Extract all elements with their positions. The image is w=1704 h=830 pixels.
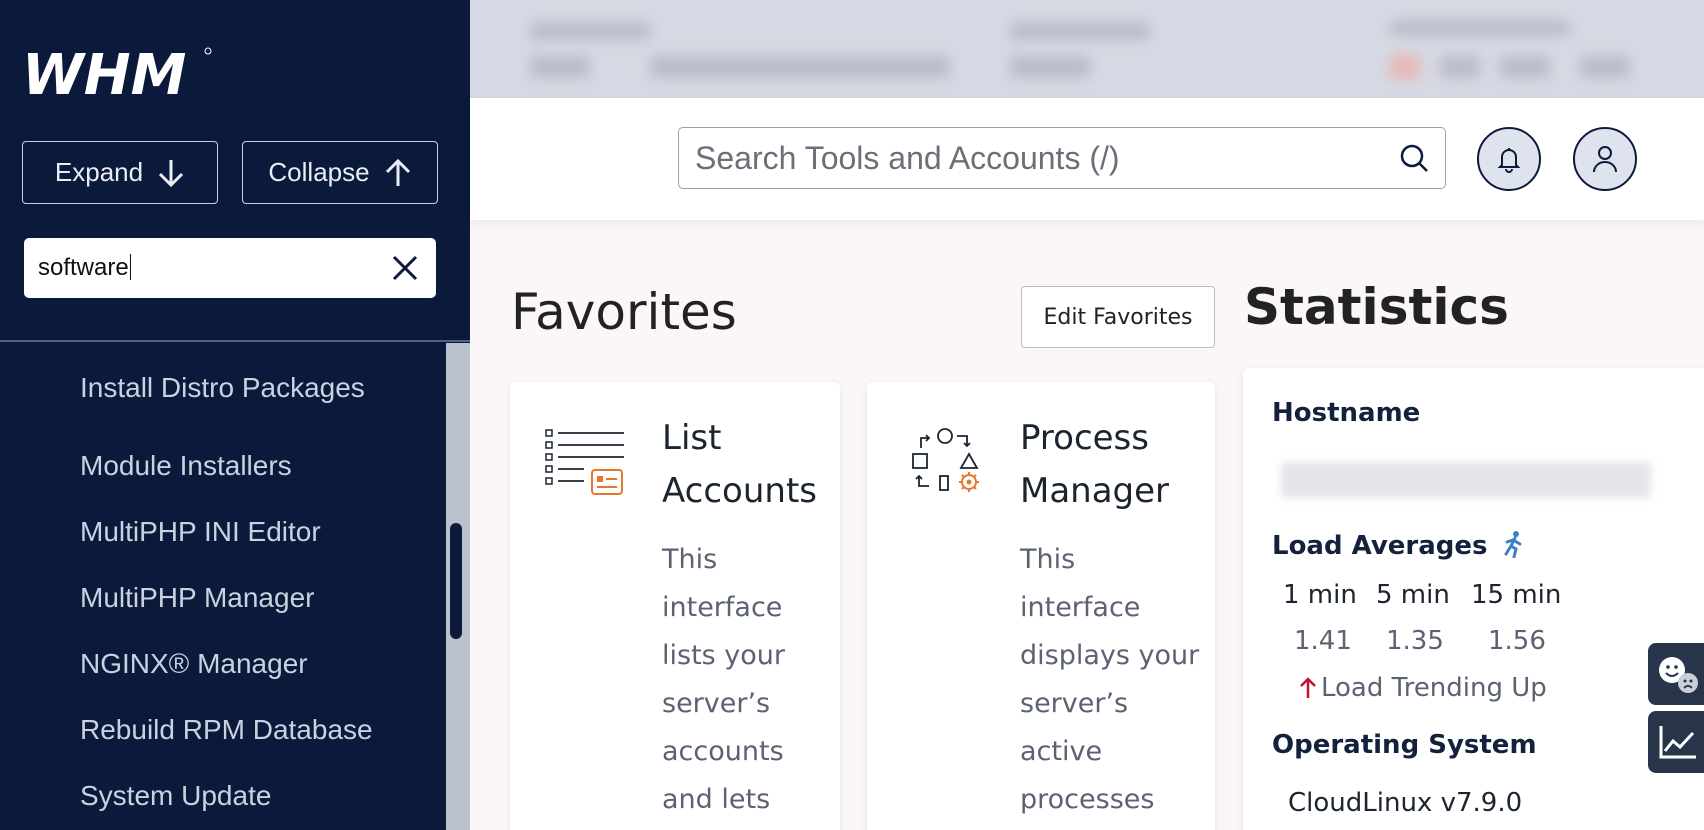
sidebar-item-multiphp-ini-editor[interactable]: MultiPHP INI Editor: [0, 499, 446, 565]
process-manager-icon: [912, 428, 979, 492]
load-averages-text: Load Averages: [1272, 531, 1488, 561]
sidebar-search-value[interactable]: software: [38, 254, 388, 282]
statistics-title: Statistics: [1244, 278, 1509, 336]
search-icon[interactable]: [1399, 143, 1429, 173]
load-value-15min: 1.56: [1488, 626, 1546, 656]
card-title[interactable]: Process Manager: [1020, 412, 1190, 518]
stats-chart-tab[interactable]: [1648, 711, 1704, 773]
favorite-card-list-accounts[interactable]: List Accounts This interface lists your …: [510, 382, 840, 830]
list-accounts-icon: [545, 429, 624, 495]
trend-up-arrow-icon: [1300, 677, 1316, 698]
global-search-input[interactable]: [695, 139, 1399, 177]
load-trend-text: Load Trending Up: [1321, 673, 1547, 703]
hostname-label: Hostname: [1272, 398, 1421, 428]
expand-button[interactable]: Expand: [22, 141, 218, 204]
feedback-faces-icon: [1659, 657, 1698, 693]
whm-logo[interactable]: WHM: [22, 43, 212, 108]
card-description: This interface displays your server’s ac…: [1020, 544, 1200, 815]
collapse-button[interactable]: Collapse: [242, 141, 438, 204]
logo-text: WHM: [22, 46, 186, 98]
top-banner: [470, 0, 1704, 98]
line-chart-icon: [1659, 726, 1696, 759]
sidebar-scrollbar[interactable]: [446, 343, 470, 830]
user-menu-button[interactable]: [1573, 127, 1637, 191]
load-header-5min: 5 min: [1376, 580, 1450, 610]
sidebar-item-multiphp-manager[interactable]: MultiPHP Manager: [0, 565, 446, 631]
header: [470, 98, 1704, 220]
sidebar-item-module-installers[interactable]: Module Installers: [0, 433, 446, 499]
collapse-label: Collapse: [268, 157, 370, 187]
os-label: Operating System: [1272, 730, 1537, 760]
load-value-5min: 1.35: [1386, 626, 1444, 656]
sidebar-item-rebuild-rpm-database[interactable]: Rebuild RPM Database: [0, 697, 446, 763]
favorite-card-process-manager[interactable]: Process Manager This interface displays …: [867, 382, 1215, 830]
load-trend: Load Trending Up: [1299, 673, 1547, 703]
arrow-down-icon: [159, 159, 184, 187]
sidebar-search-input[interactable]: software: [24, 238, 436, 298]
bell-icon: [1497, 148, 1521, 173]
sidebar-divider: [0, 340, 470, 342]
sidebar-item-nginx-manager[interactable]: NGINX® Manager: [0, 631, 446, 697]
load-averages-label: Load Averages: [1272, 530, 1525, 561]
load-value-1min: 1.41: [1294, 626, 1352, 656]
global-search[interactable]: [678, 127, 1446, 189]
statistics-panel: Hostname Load Averages 1 min 5 min 15 mi…: [1243, 368, 1704, 830]
sidebar-scroll-thumb[interactable]: [450, 523, 462, 639]
sidebar: WHM Expand Collapse software Install Dis…: [0, 0, 470, 830]
arrow-up-icon: [385, 158, 410, 186]
hostname-value-redacted: [1281, 462, 1651, 498]
clear-icon[interactable]: [388, 251, 422, 285]
card-title[interactable]: List Accounts: [662, 412, 832, 518]
edit-favorites-button[interactable]: Edit Favorites: [1021, 286, 1215, 348]
user-icon: [1593, 146, 1617, 173]
feedback-tab[interactable]: [1648, 643, 1704, 705]
load-header-15min: 15 min: [1471, 580, 1562, 610]
load-header-1min: 1 min: [1283, 580, 1357, 610]
sidebar-item-system-update[interactable]: System Update: [0, 763, 446, 829]
os-value: CloudLinux v7.9.0: [1288, 788, 1523, 818]
favorites-title: Favorites: [511, 283, 737, 341]
card-description: This interface lists your server’s accou…: [662, 544, 786, 815]
sidebar-item-install-distro-packages[interactable]: Install Distro Packages: [0, 343, 446, 433]
runner-icon: [1504, 531, 1522, 559]
expand-label: Expand: [54, 157, 144, 187]
sidebar-menu: Install Distro Packages Module Installer…: [0, 343, 446, 830]
notifications-button[interactable]: [1477, 127, 1541, 191]
